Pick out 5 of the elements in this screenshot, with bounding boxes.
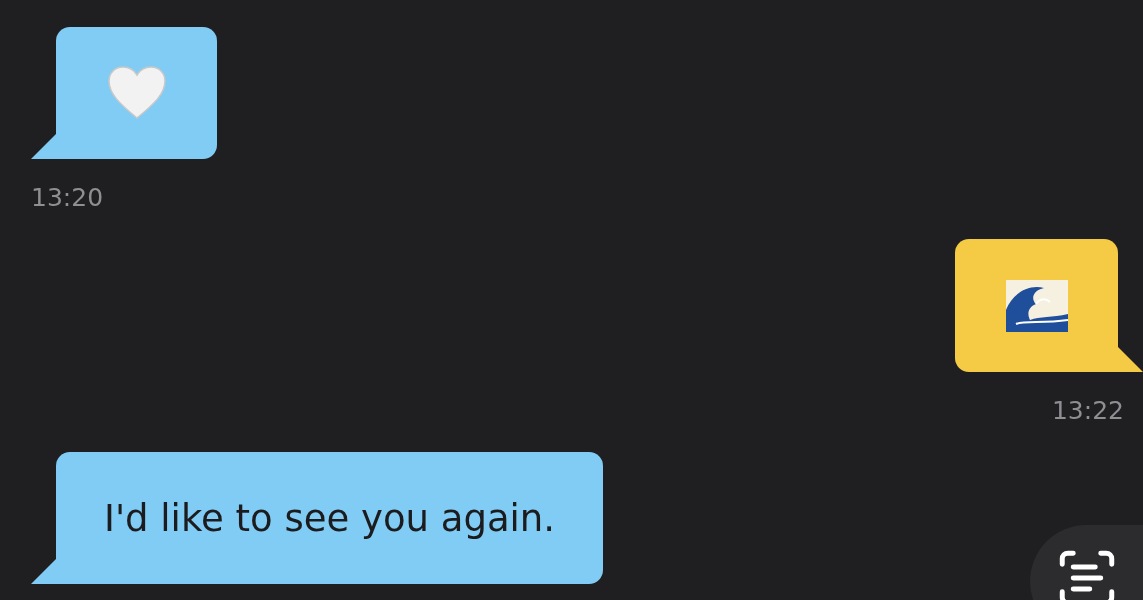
message-time: 13:20 (31, 183, 104, 212)
heart-icon (107, 66, 166, 120)
wave-icon (1005, 279, 1068, 332)
message-time: 13:22 (1051, 396, 1124, 425)
message-text: I'd like to see you again. (104, 496, 556, 540)
